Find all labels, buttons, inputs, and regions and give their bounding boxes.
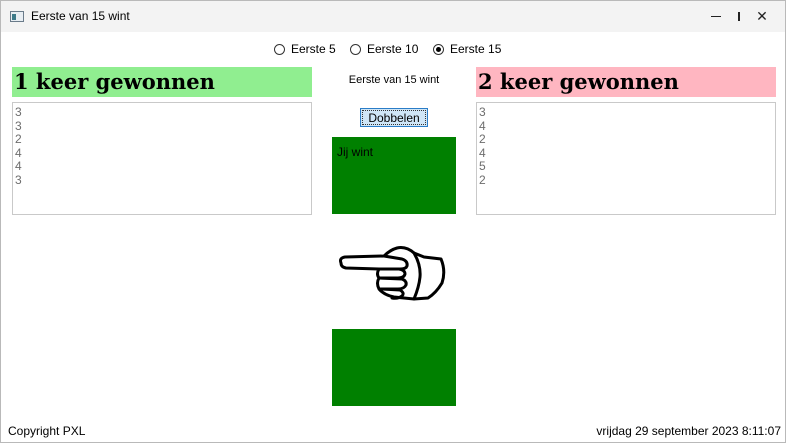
player1-rolls-list[interactable]: 332443 bbox=[12, 102, 312, 215]
close-icon: ✕ bbox=[756, 8, 768, 24]
radio-indicator[interactable] bbox=[433, 43, 444, 55]
radio-indicator[interactable] bbox=[350, 43, 361, 55]
list-item[interactable]: 4 bbox=[479, 119, 775, 134]
radio-label: Eerste 10 bbox=[367, 42, 419, 56]
list-item[interactable]: 3 bbox=[479, 105, 775, 120]
maximize-button[interactable] bbox=[693, 1, 740, 32]
list-item[interactable]: 4 bbox=[15, 146, 311, 161]
app-icon bbox=[10, 11, 24, 22]
list-item[interactable]: 4 bbox=[479, 146, 775, 161]
player1-wins-banner: 1 keer gewonnen bbox=[12, 67, 312, 97]
radio-indicator[interactable] bbox=[274, 43, 285, 55]
pointing-hand-left-icon bbox=[336, 241, 448, 304]
radio-eerste-15[interactable]: Eerste 15 bbox=[433, 42, 501, 56]
window-title: Eerste van 15 wint bbox=[31, 9, 130, 23]
copyright-label: Copyright PXL bbox=[8, 424, 86, 438]
list-item[interactable]: 3 bbox=[15, 105, 311, 120]
list-item[interactable]: 2 bbox=[15, 133, 311, 147]
player2-wins-banner: 2 keer gewonnen bbox=[476, 67, 776, 97]
player1-die-panel: Jij wint bbox=[332, 137, 456, 214]
target-radio-group: Eerste 5 Eerste 10 Eerste 15 bbox=[1, 42, 785, 58]
winner-text: Jij wint bbox=[337, 145, 374, 159]
app-window: Eerste van 15 wint ✕ Eerste 5 Eerste 10 … bbox=[0, 0, 786, 443]
roll-dice-button[interactable]: Dobbelen bbox=[360, 108, 428, 127]
radio-label: Eerste 5 bbox=[291, 42, 336, 56]
player2-die-panel bbox=[332, 329, 456, 406]
list-item[interactable]: 3 bbox=[15, 173, 311, 188]
close-button[interactable]: ✕ bbox=[739, 1, 785, 32]
list-item[interactable]: 2 bbox=[479, 133, 775, 147]
list-item[interactable]: 4 bbox=[15, 160, 311, 174]
radio-eerste-10[interactable]: Eerste 10 bbox=[350, 42, 418, 56]
game-status-label: Eerste van 15 wint bbox=[348, 74, 440, 86]
radio-label: Eerste 15 bbox=[450, 42, 502, 56]
player2-rolls-list[interactable]: 342452 bbox=[476, 102, 776, 215]
datetime-label: vrijdag 29 september 2023 8:11:07 bbox=[596, 424, 781, 438]
radio-eerste-5[interactable]: Eerste 5 bbox=[274, 42, 336, 56]
list-item[interactable]: 5 bbox=[479, 160, 775, 174]
list-item[interactable]: 2 bbox=[479, 173, 775, 188]
list-item[interactable]: 3 bbox=[15, 119, 311, 134]
title-bar: Eerste van 15 wint bbox=[1, 1, 785, 32]
focus-rectangle bbox=[362, 110, 426, 125]
